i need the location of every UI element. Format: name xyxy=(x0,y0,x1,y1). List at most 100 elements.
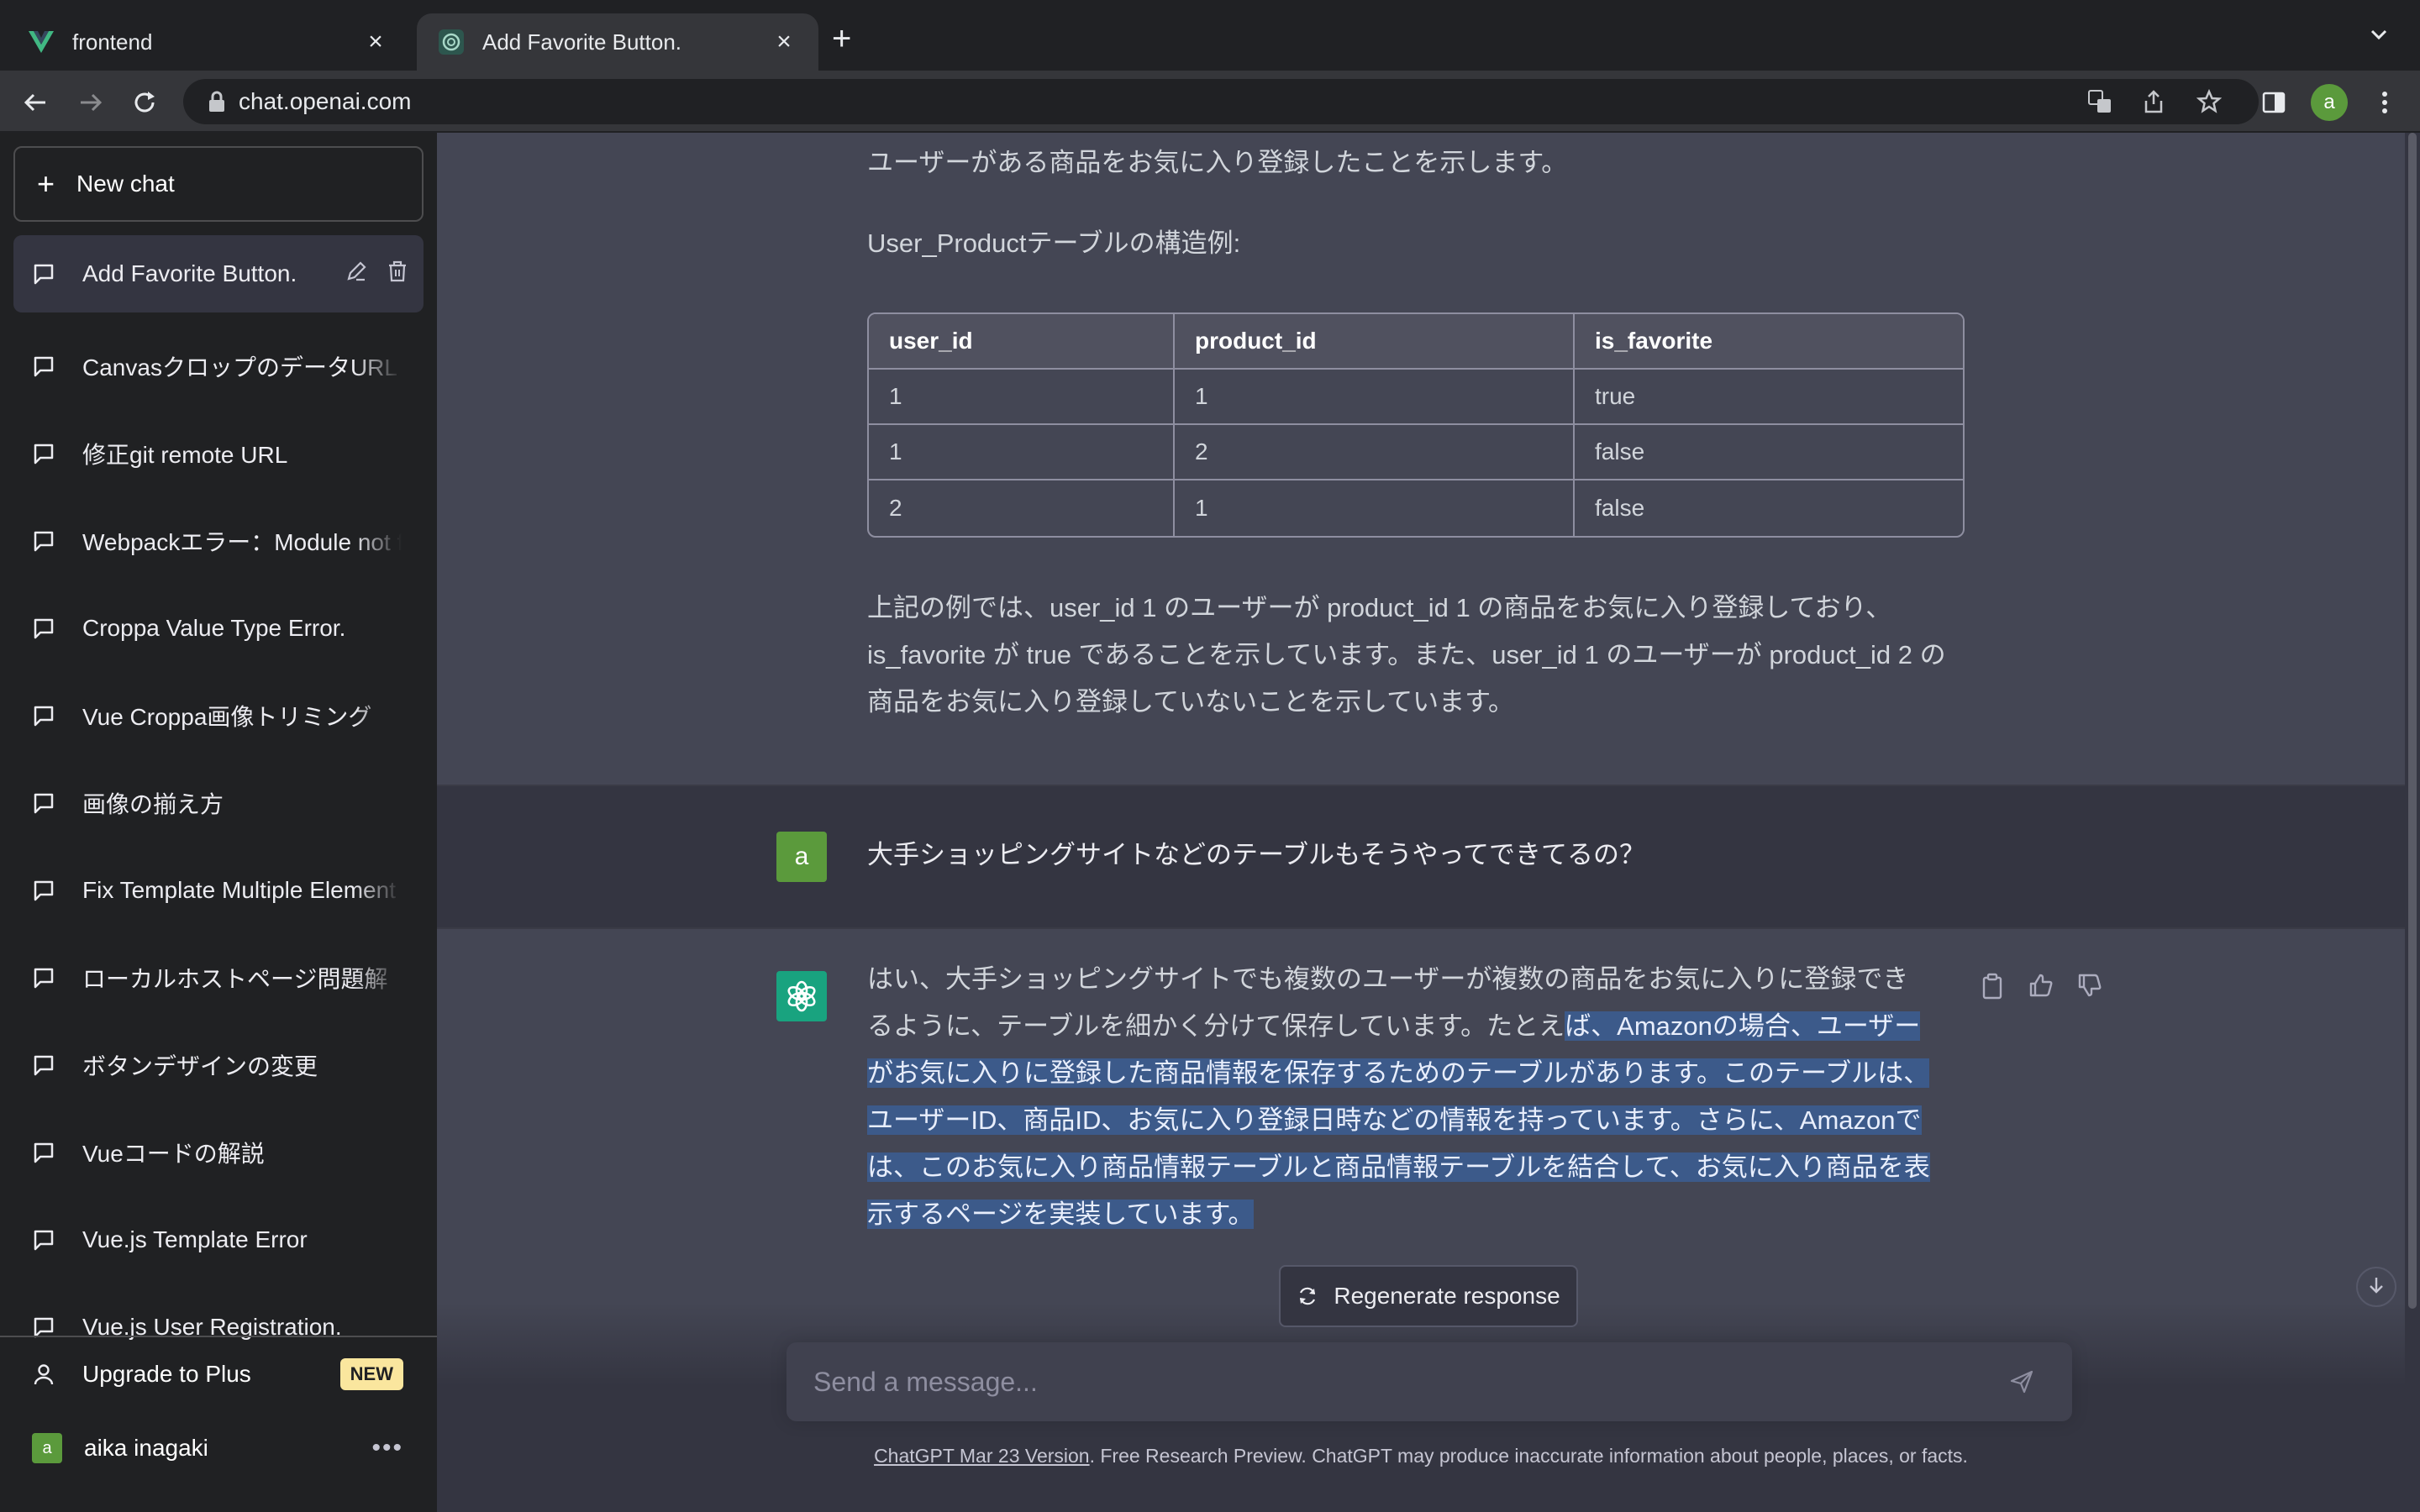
regenerate-response-button[interactable]: Regenerate response xyxy=(1279,1265,1578,1327)
openai-icon xyxy=(439,29,464,55)
assistant-text-line: は、このお気に入り商品情報テーブルと商品情報テーブルを結合して、お気に入り商品を… xyxy=(867,1144,1968,1191)
table-row: 1 1 true xyxy=(869,370,1963,425)
assistant-text: User_Productテーブルの構造例: xyxy=(867,228,1241,258)
chat-bubble-icon xyxy=(32,529,60,553)
browser-tab-frontend[interactable]: frontend × xyxy=(7,13,410,71)
chat-item-label: Add Favorite Button. xyxy=(82,260,297,286)
chat-bubble-icon xyxy=(32,1141,60,1164)
chat-item[interactable]: Vue.js Template Error xyxy=(13,1196,424,1284)
table-header: is_favorite xyxy=(1575,314,1963,370)
chat-item-label: ローカルホストページ問題解 xyxy=(82,966,388,992)
chevron-down-icon[interactable] xyxy=(2368,24,2390,50)
user-avatar: a xyxy=(32,1433,62,1463)
assistant-text: ユーザーがある商品をお気に入り登録したことを示します。 xyxy=(867,148,1568,177)
version-link[interactable]: ChatGPT Mar 23 Version xyxy=(874,1445,1090,1467)
arrow-down-icon xyxy=(2366,1275,2386,1299)
share-icon[interactable] xyxy=(2138,86,2170,118)
chat-item[interactable]: Fix Template Multiple Element xyxy=(13,847,424,934)
assistant-text-line: はい、大手ショッピングサイトでも複数のユーザーが複数の商品をお気に入りに登録でき xyxy=(867,964,1909,994)
reload-icon[interactable] xyxy=(128,86,161,119)
chat-item[interactable]: 画像の揃え方 xyxy=(13,759,424,847)
user-menu-button[interactable]: a aika inagaki ••• xyxy=(0,1411,437,1485)
trash-icon[interactable] xyxy=(387,260,408,289)
chat-item[interactable]: ボタンデザインの変更 xyxy=(13,1021,424,1109)
send-icon[interactable] xyxy=(1996,1369,2047,1394)
chat-item-label: Vueコードの解説 xyxy=(82,1141,265,1167)
table-header: user_id xyxy=(869,314,1175,370)
table-cell: false xyxy=(1595,495,1645,521)
edit-icon[interactable] xyxy=(345,260,368,289)
footer-disclaimer: ChatGPT Mar 23 Version. Free Research Pr… xyxy=(437,1445,2405,1467)
message-input[interactable] xyxy=(786,1366,1996,1398)
browser-tab-chatgpt[interactable]: Add Favorite Button. × xyxy=(417,13,818,71)
chat-item[interactable]: 修正git remote URL xyxy=(13,410,424,497)
user-avatar: a xyxy=(776,832,827,882)
user-text: 大手ショッピングサイトなどのテーブルもそうやってできてるの？ xyxy=(867,840,1645,869)
table-cell: 2 xyxy=(869,480,1175,536)
translate-icon[interactable] xyxy=(2084,86,2116,118)
assistant-text-line: 上記の例では、user_id 1 のユーザーが product_id 1 の商品… xyxy=(867,593,1892,622)
table-cell: true xyxy=(1575,370,1963,425)
thumbs-up-icon[interactable] xyxy=(2028,973,2054,1004)
user-icon xyxy=(32,1362,60,1386)
kebab-menu-icon[interactable] xyxy=(2368,86,2402,119)
table-cell: 1 xyxy=(869,370,1175,425)
address-bar[interactable]: chat.openai.com xyxy=(183,79,2259,124)
scroll-to-bottom-button[interactable] xyxy=(2356,1267,2396,1307)
table-row: 1 2 false xyxy=(869,425,1963,480)
copy-icon[interactable] xyxy=(1980,973,2005,1004)
new-tab-icon[interactable]: + xyxy=(832,22,851,55)
chat-item[interactable]: Vue Croppa画像トリミング xyxy=(13,672,424,759)
disclaimer-text: . Free Research Preview. ChatGPT may pro… xyxy=(1089,1445,1968,1467)
vue-icon xyxy=(29,29,54,55)
chat-item-label: Fix Template Multiple Element xyxy=(82,877,396,903)
new-badge: NEW xyxy=(339,1358,403,1390)
new-chat-label: New chat xyxy=(76,171,175,197)
close-icon[interactable]: × xyxy=(771,28,797,56)
more-options-icon[interactable]: ••• xyxy=(371,1434,403,1462)
forward-arrow-icon[interactable] xyxy=(74,86,108,119)
user-product-table: user_id product_id is_favorite 1 1 true … xyxy=(867,312,1965,538)
table-cell: 1 xyxy=(869,425,1175,480)
chat-item-label: 画像の揃え方 xyxy=(82,791,224,817)
chat-item-selected[interactable]: Add Favorite Button. xyxy=(13,235,424,312)
close-icon[interactable]: × xyxy=(363,28,388,56)
upgrade-to-plus-button[interactable]: Upgrade to Plus NEW xyxy=(0,1337,437,1411)
chat-bubble-icon xyxy=(32,354,60,378)
selected-text: 示するページを実装しています。 xyxy=(867,1200,1255,1229)
browser-tab-strip: frontend × Add Favorite Button. × + xyxy=(0,0,2420,71)
side-panel-icon[interactable] xyxy=(2257,86,2291,119)
chat-item[interactable]: Croppa Value Type Error. xyxy=(13,585,424,672)
back-arrow-icon[interactable] xyxy=(18,86,52,119)
tab-title: frontend xyxy=(72,29,153,55)
star-icon[interactable] xyxy=(2193,86,2225,118)
chat-item-label: Vue Croppa画像トリミング xyxy=(82,704,372,730)
message-composer xyxy=(786,1342,2072,1421)
refresh-icon xyxy=(1297,1285,1318,1307)
url-text: chat.openai.com xyxy=(239,88,412,114)
chat-bubble-icon xyxy=(32,879,60,902)
chat-item[interactable]: CanvasクロップのデータURL xyxy=(13,323,424,410)
chat-item-label: Vue.js Template Error xyxy=(82,1226,308,1252)
scrollbar-thumb[interactable] xyxy=(2408,133,2417,1309)
table-header: product_id xyxy=(1175,314,1575,370)
profile-avatar[interactable]: a xyxy=(2311,84,2348,121)
chat-bubble-icon xyxy=(32,791,60,815)
chat-bubble-icon xyxy=(32,1053,60,1077)
user-name: aika inagaki xyxy=(84,1435,208,1461)
assistant-response: はい、大手ショッピングサイトでも複数のユーザーが複数の商品をお気に入りに登録でき… xyxy=(867,956,1968,1238)
lock-icon[interactable] xyxy=(200,91,234,113)
user-message: a 大手ショッピングサイトなどのテーブルもそうやってできてるの？ xyxy=(437,785,2405,929)
chat-bubble-icon xyxy=(32,442,60,465)
new-chat-button[interactable]: + New chat xyxy=(13,146,424,222)
selected-text: ユーザーID、商品ID、お気に入り登録日時などの情報を持っています。さらに、Am… xyxy=(867,1105,1922,1135)
chat-item[interactable]: ローカルホストページ問題解 xyxy=(13,934,424,1021)
chat-item[interactable]: Vueコードの解説 xyxy=(13,1109,424,1196)
tab-title: Add Favorite Button. xyxy=(482,29,682,55)
chat-item-label: CanvasクロップのデータURL xyxy=(82,354,397,381)
chat-item-label: ボタンデザインの変更 xyxy=(82,1053,318,1079)
chat-item-label: Croppa Value Type Error. xyxy=(82,615,346,641)
chat-item-label: 修正git remote URL xyxy=(82,442,288,468)
chat-item[interactable]: Webpackエラー：Module not f xyxy=(13,497,424,585)
thumbs-down-icon[interactable] xyxy=(2077,973,2102,1004)
